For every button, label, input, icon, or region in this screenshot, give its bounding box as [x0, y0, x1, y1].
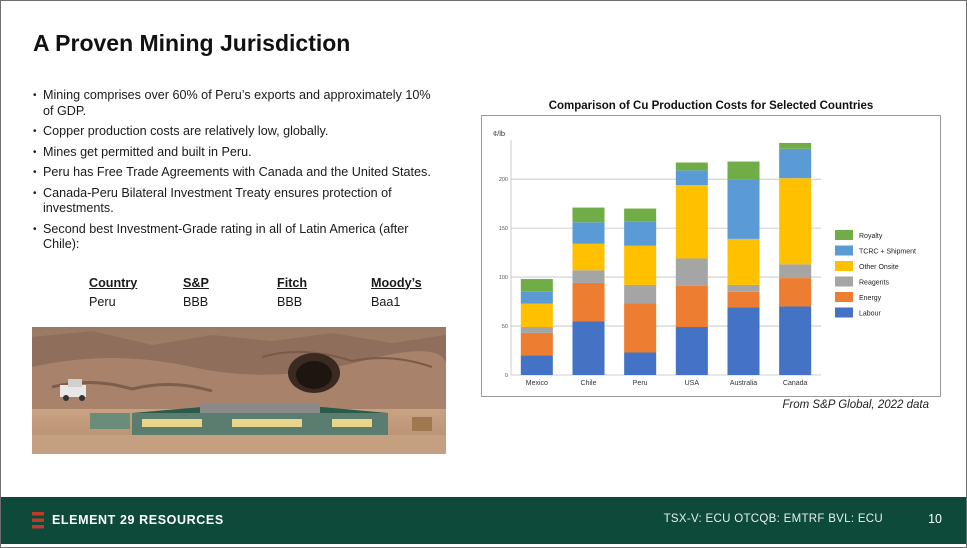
bullet-list: Mining comprises over 60% of Peru’s expo… — [33, 88, 443, 258]
bar-canada-royalty — [779, 142, 812, 149]
legend-swatch-tcrc-shipment — [835, 245, 853, 256]
mine-site-illustration — [32, 327, 446, 454]
bar-australia-energy — [727, 291, 760, 308]
bullet-exports: Mining comprises over 60% of Peru’s expo… — [33, 88, 443, 119]
stock-tickers: TSX-V: ECU OTCQB: EMTRF BVL: ECU — [663, 513, 883, 525]
bullet-investment-treaty: Canada-Peru Bilateral Investment Treaty … — [33, 186, 443, 217]
bar-canada-tcrc-shipment — [779, 148, 812, 179]
legend-swatch-labour — [835, 307, 853, 318]
ratings-header-country: Country — [89, 275, 138, 290]
legend-label-labour: Labour — [859, 311, 881, 318]
bullet-credit-rating: Second best Investment-Grade rating in a… — [33, 222, 443, 253]
bar-peru-royalty — [624, 208, 657, 222]
ratings-country: Peru — [89, 294, 116, 309]
bar-australia-other-onsite — [727, 238, 760, 285]
bar-mexico-other-onsite — [520, 303, 553, 328]
chart-legend: Royalty TCRC + Shipment Other Onsite Reagen… — [835, 230, 916, 318]
bar-australia-tcrc-shipment — [727, 179, 760, 239]
bar-usa-other-onsite — [675, 185, 708, 259]
y-axis-label: ¢/lb — [493, 129, 505, 138]
bar-chile-royalty — [572, 207, 605, 223]
bar-mexico-reagents — [520, 327, 553, 333]
bar-usa-energy — [675, 285, 708, 328]
bar-usa-tcrc-shipment — [675, 170, 708, 186]
ratings-header-row: Country S&P Fitch Moody’s — [89, 273, 465, 292]
ratings-moodys: Baa1 — [371, 294, 401, 309]
bar-mexico-labour — [520, 355, 553, 375]
bar-chile-reagents — [572, 270, 605, 283]
page-title: A Proven Mining Jurisdiction — [33, 30, 351, 56]
bar-canada-energy — [779, 278, 812, 307]
legend-swatch-reagents — [835, 276, 853, 287]
cost-chart: 0 50 100 150 200 ¢/lb Mexico Chile Peru USA Austra… — [493, 129, 916, 387]
bar-usa-royalty — [675, 162, 708, 171]
x-tick-label-australia: Australia — [730, 380, 757, 387]
x-tick-label-peru: Peru — [633, 380, 648, 387]
legend-swatch-other-onsite — [835, 261, 853, 271]
legend-label-energy: Energy — [859, 295, 882, 302]
bar-mexico-royalty — [520, 279, 553, 292]
ratings-table: Country S&P Fitch Moody’s Peru BBB BBB B… — [89, 273, 465, 311]
y-tick-label-50: 50 — [502, 324, 508, 330]
bullet-free-trade: Peru has Free Trade Agreements with Cana… — [33, 165, 443, 181]
chart-grid — [511, 178, 821, 376]
bar-peru-other-onsite — [624, 245, 657, 285]
legend-label-tcrc-shipment: TCRC + Shipment — [859, 249, 916, 256]
y-tick-label-100: 100 — [499, 275, 508, 281]
ratings-sp: BBB — [183, 294, 209, 309]
bar-canada-other-onsite — [779, 178, 812, 265]
bar-usa-labour — [675, 327, 708, 375]
y-tick-label-0: 0 — [505, 373, 508, 379]
bar-usa-reagents — [675, 258, 708, 286]
bar-australia-royalty — [727, 161, 760, 180]
bar-peru-tcrc-shipment — [624, 221, 657, 246]
bar-mexico-energy — [520, 332, 553, 356]
ratings-row: Peru BBB BBB Baa1 — [89, 292, 465, 311]
ratings-header-sp: S&P — [183, 275, 209, 290]
bar-chile-labour — [572, 321, 605, 375]
legend-label-royalty: Royalty — [859, 233, 883, 240]
legend-label-reagents: Reagents — [859, 280, 889, 287]
bar-mexico-tcrc-shipment — [520, 291, 553, 304]
bar-australia-labour — [727, 307, 760, 375]
bullet-costs: Copper production costs are relatively l… — [33, 124, 443, 140]
mine-site-photo — [32, 327, 446, 454]
source-caption: From S&P Global, 2022 data — [782, 399, 929, 411]
bar-australia-reagents — [727, 284, 760, 292]
y-tick-label-150: 150 — [499, 226, 508, 232]
bar-canada-labour — [779, 306, 812, 375]
x-tick-label-usa: USA — [685, 380, 700, 387]
chart-title: Comparison of Cu Production Costs for Se… — [548, 100, 874, 112]
page-number: 10 — [928, 512, 942, 526]
x-tick-label-chile: Chile — [581, 380, 597, 387]
bar-chile-energy — [572, 282, 605, 322]
ratings-fitch: BBB — [277, 294, 303, 309]
legend-label-other-onsite: Other Onsite — [859, 264, 899, 271]
bar-peru-reagents — [624, 284, 657, 304]
company-name: ELEMENT 29 RESOURCES — [52, 513, 224, 527]
bar-peru-labour — [624, 352, 657, 375]
bar-chile-other-onsite — [572, 243, 605, 271]
legend-swatch-energy — [835, 292, 853, 302]
company-logo-icon — [32, 512, 44, 529]
bar-canada-reagents — [779, 264, 812, 279]
bar-peru-energy — [624, 303, 657, 353]
legend-swatch-royalty — [835, 230, 853, 240]
y-tick-label-200: 200 — [499, 177, 508, 183]
bar-chile-tcrc-shipment — [572, 222, 605, 244]
chart-bars — [520, 142, 812, 375]
ratings-header-fitch: Fitch — [277, 275, 308, 290]
ratings-header-moodys: Moody’s — [371, 275, 422, 290]
bullet-permitting: Mines get permitted and built in Peru. — [33, 145, 443, 161]
x-tick-label-canada: Canada — [783, 380, 808, 387]
x-tick-label-mexico: Mexico — [526, 380, 548, 387]
